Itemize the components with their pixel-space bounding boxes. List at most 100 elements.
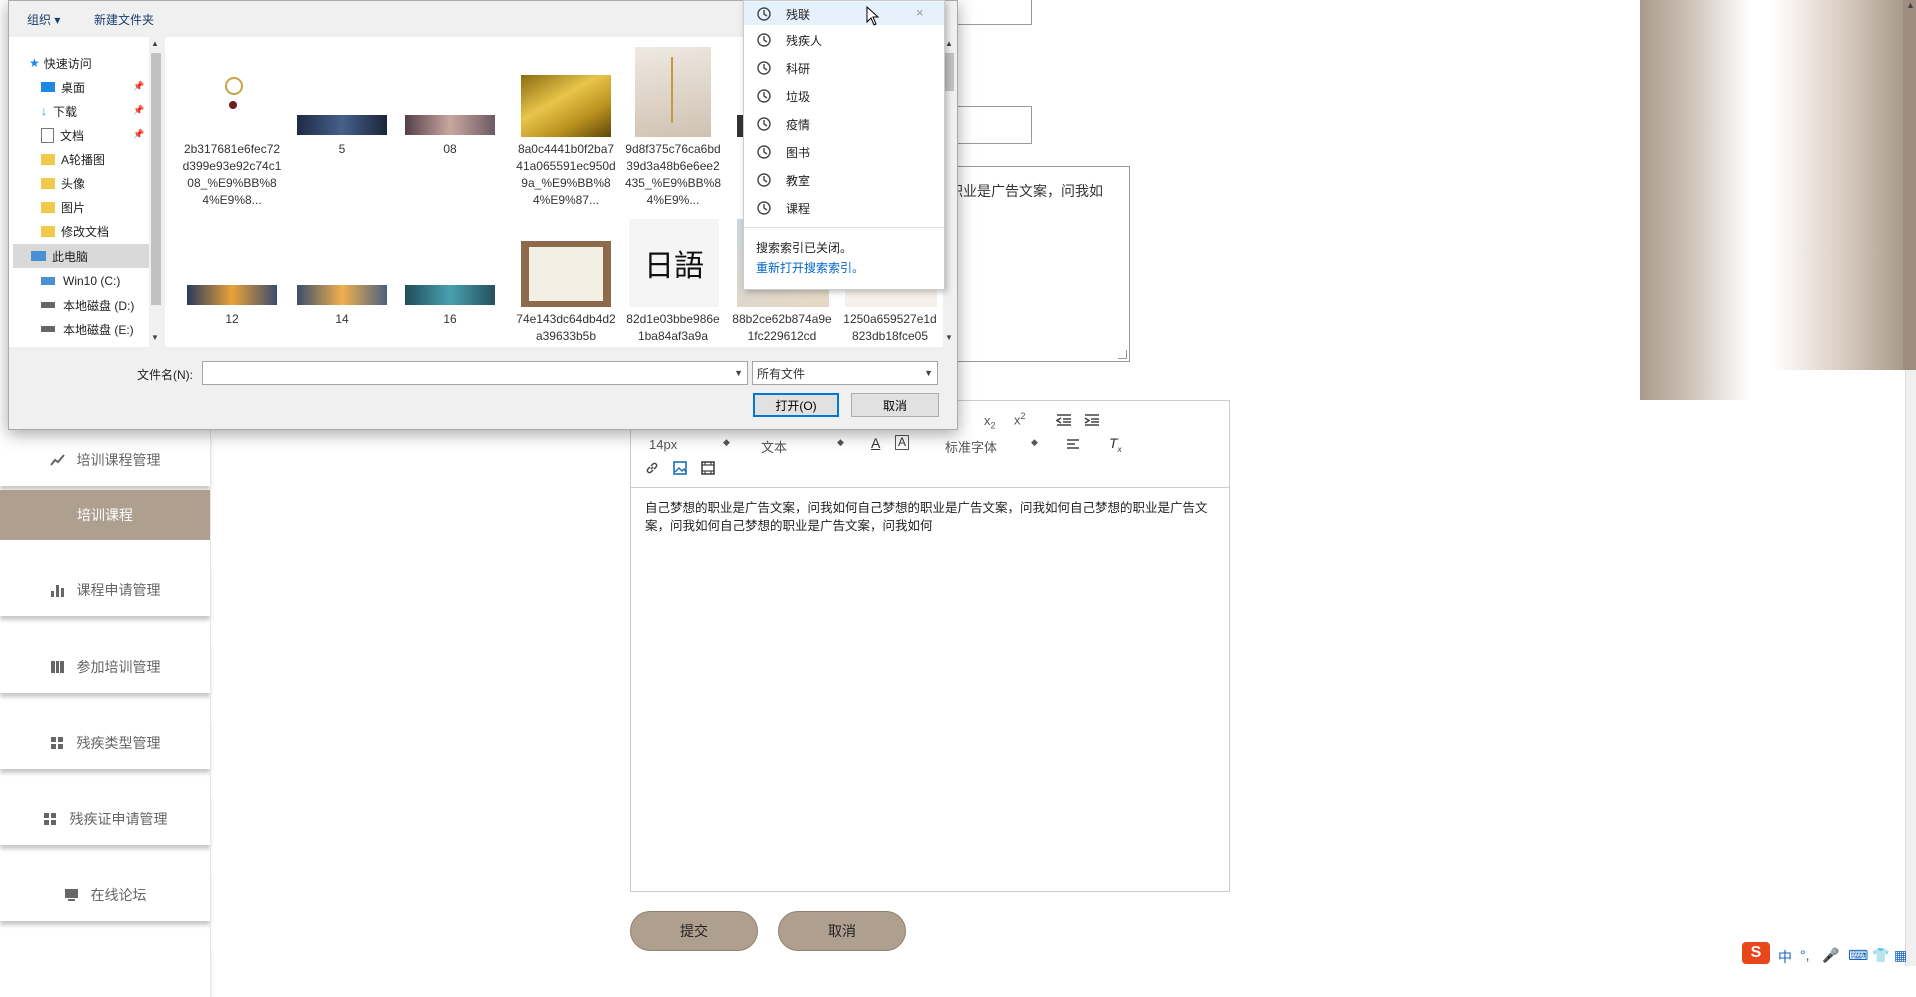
chevron-down-icon[interactable]: ▼ (734, 368, 743, 378)
ime-language[interactable]: 中 (1778, 947, 1792, 967)
cancel-button[interactable]: 取消 (778, 911, 906, 951)
resize-handle[interactable] (1118, 350, 1127, 359)
scroll-thumb[interactable] (151, 53, 161, 305)
nav-this-pc[interactable]: 此电脑 (13, 244, 149, 268)
file-thumbnail[interactable] (199, 47, 265, 137)
description-textarea[interactable]: 职业是广告文案，问我如 (940, 166, 1130, 362)
nav-drive-c[interactable]: Win10 (C:) (41, 269, 120, 293)
image-icon[interactable] (673, 461, 687, 475)
sidebar-item-training-course-management[interactable]: 培训课程管理 (0, 434, 210, 486)
scroll-down-icon[interactable]: ▼ (945, 333, 953, 342)
punctuation-icon[interactable]: °, (1800, 947, 1810, 963)
history-item[interactable]: 图书 (756, 139, 810, 165)
history-item[interactable]: 疫情 (756, 111, 810, 137)
new-folder-button[interactable]: 新建文件夹 (94, 11, 154, 28)
sidebar-item-more[interactable] (0, 945, 210, 997)
nav-item-documents[interactable]: 文档 (41, 123, 84, 147)
font-size-select[interactable]: 14px ◆ (649, 437, 730, 452)
indent-icon[interactable] (1084, 413, 1100, 427)
file-name[interactable]: 8a0c4441b0f2ba741a065591ec950d9a_%E9%BB%… (516, 141, 616, 209)
nav-item-folder[interactable]: A轮播图 (41, 147, 105, 171)
sidebar-item-forum[interactable]: 在线论坛 (0, 869, 210, 921)
sidebar-item-join-training[interactable]: 参加培训管理 (0, 641, 210, 693)
file-thumbnail[interactable]: 日語 (629, 219, 719, 307)
page-scroll-up-icon[interactable]: ▲ (1906, 0, 1915, 10)
filename-input[interactable]: ▼ (202, 361, 748, 385)
sidebar-item-training-course[interactable]: 培训课程 (0, 490, 210, 540)
submit-button[interactable]: 提交 (630, 911, 758, 951)
file-thumbnail[interactable] (405, 115, 495, 135)
organize-button[interactable]: 组织 ▾ (27, 11, 60, 28)
file-thumbnail[interactable] (521, 75, 611, 137)
history-item[interactable]: 教室 (756, 167, 810, 193)
file-name[interactable]: 16 (400, 311, 500, 328)
file-thumbnail[interactable] (521, 241, 611, 307)
font-size-value: 14px (649, 437, 678, 452)
keyboard-icon[interactable]: ⌨ (1848, 947, 1868, 964)
file-thumbnail[interactable] (297, 115, 387, 135)
sidebar-item-course-application[interactable]: 课程申请管理 (0, 564, 210, 616)
font-color-button[interactable]: A (871, 435, 880, 451)
history-item[interactable]: 科研 (756, 55, 810, 81)
filetype-select[interactable]: 所有文件 ▼ (752, 361, 938, 385)
scroll-up-icon[interactable]: ▲ (151, 39, 159, 48)
select-arrows-icon: ◆ (723, 437, 730, 447)
subscript-button[interactable]: x2 (984, 413, 996, 431)
nav-item-folder[interactable]: 修改文档 (41, 219, 109, 243)
open-button[interactable]: 打开(O) (753, 393, 839, 417)
file-name[interactable]: 08 (400, 141, 500, 158)
file-name[interactable]: 14 (292, 311, 392, 328)
format-select[interactable]: 文本 ◆ (761, 437, 844, 456)
sidebar-item-disability-type[interactable]: 残疾类型管理 (0, 717, 210, 769)
chevron-down-icon[interactable]: ▼ (924, 368, 933, 378)
sidebar-item-disability-certificate[interactable]: 残疾证申请管理 (0, 793, 210, 845)
reopen-index-link[interactable]: 重新打开搜索索引。 (756, 259, 864, 276)
nav-item-folder[interactable]: 图片 (41, 195, 85, 219)
nav-scrollbar[interactable]: ▲ ▼ (149, 37, 163, 347)
clear-format-button[interactable]: Tx (1109, 435, 1122, 454)
scroll-up-icon[interactable]: ▲ (945, 39, 953, 48)
file-name[interactable]: 12 (182, 311, 282, 328)
background-color-button[interactable]: A (895, 435, 910, 450)
history-item[interactable]: 垃圾 (756, 83, 810, 109)
file-name[interactable]: 2b317681e6fec72d399e93e92c74c108_%E9%BB%… (182, 141, 282, 209)
nav-quick-access[interactable]: ★ 快速访问 (29, 51, 92, 75)
outdent-icon[interactable] (1056, 413, 1072, 427)
microphone-icon[interactable]: 🎤 (1822, 947, 1839, 964)
file-name[interactable]: 1250a659527e1d823db18fce05 (840, 311, 940, 345)
file-thumbnail[interactable] (405, 285, 495, 305)
page-scrollbar[interactable] (1905, 370, 1916, 966)
nav-drive-e[interactable]: 本地磁盘 (E:) (41, 317, 134, 341)
file-name[interactable]: 9d8f375c76ca6bd39d3a48b6e6ee2435_%E9%BB%… (623, 141, 723, 209)
grid-icon (50, 737, 63, 749)
history-item[interactable]: 残疾人 (756, 27, 822, 53)
link-icon[interactable] (645, 461, 659, 475)
dialog-cancel-button[interactable]: 取消 (851, 393, 939, 417)
filetype-value: 所有文件 (757, 366, 806, 381)
monitor-icon (64, 889, 78, 901)
sogou-ime-icon[interactable]: S (1742, 942, 1770, 964)
font-family-select[interactable]: 标准字体 ◆ (945, 437, 1038, 456)
file-name[interactable]: 5 (292, 141, 392, 158)
nav-item-downloads[interactable]: ↓ 下载 (41, 99, 77, 123)
toolbox-icon[interactable]: ▦ (1894, 947, 1907, 964)
nav-item-desktop[interactable]: 桌面 (41, 75, 85, 99)
scroll-thumb[interactable] (945, 53, 954, 91)
align-icon[interactable] (1066, 438, 1080, 452)
file-thumbnail[interactable] (635, 47, 711, 137)
nav-drive-d[interactable]: 本地磁盘 (D:) (41, 293, 134, 317)
history-item[interactable]: 残联 (756, 1, 810, 27)
file-thumbnail[interactable] (187, 285, 277, 305)
file-thumbnail[interactable] (297, 285, 387, 305)
skin-icon[interactable]: 👕 (1872, 947, 1889, 964)
scroll-down-icon[interactable]: ▼ (151, 333, 159, 342)
file-name[interactable]: 82d1e03bbe986e1ba84af3a9a (623, 311, 723, 345)
nav-item-folder[interactable]: 头像 (41, 171, 85, 195)
remove-history-icon[interactable]: × (916, 5, 924, 20)
video-icon[interactable] (701, 461, 715, 475)
file-name[interactable]: 88b2ce62b874a9e1fc229612cd (732, 311, 832, 345)
editor-content[interactable]: 自己梦想的职业是广告文案，问我如何自己梦想的职业是广告文案，问我如何自己梦想的职… (645, 499, 1211, 535)
superscript-button[interactable]: x2 (1014, 411, 1026, 427)
history-item[interactable]: 课程 (756, 195, 810, 221)
file-name[interactable]: 74e143dc64db4d2a39633b5b (516, 311, 616, 345)
